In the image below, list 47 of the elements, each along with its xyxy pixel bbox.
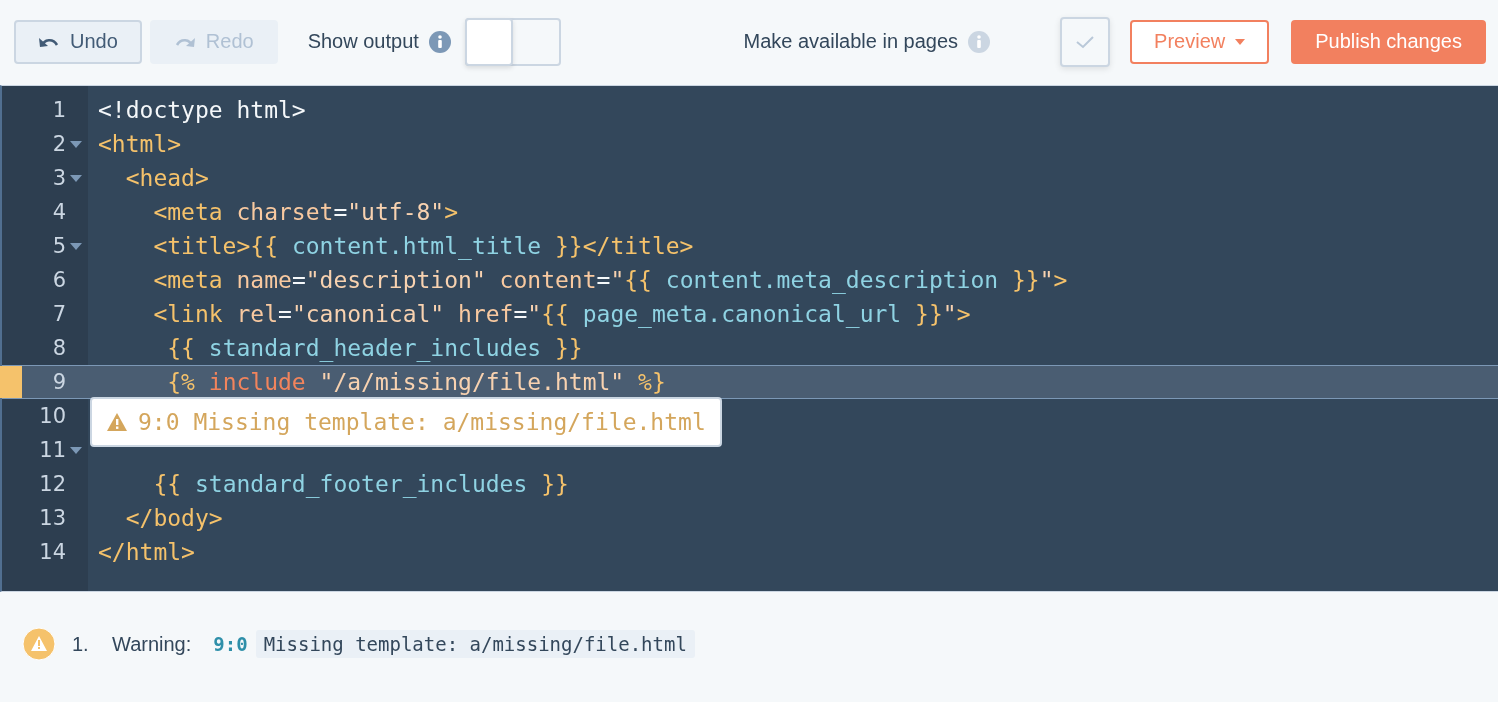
code-line: <meta charset="utf-8"> <box>152 199 459 225</box>
line-number: 10 <box>38 404 66 428</box>
fold-arrow-icon[interactable] <box>70 140 82 148</box>
warning-icon <box>22 627 56 661</box>
code-line: </body> <box>124 505 223 531</box>
line-number: 8 <box>51 336 66 360</box>
severity-label: Warning: <box>112 632 192 656</box>
line-number: 13 <box>38 506 66 530</box>
fold-arrow-icon[interactable] <box>70 446 82 454</box>
code-line: <meta name="description" content="{{ content.meta_description }}"> <box>152 267 1068 293</box>
line-number: 5 <box>51 234 66 258</box>
line-number: 1 <box>51 98 66 122</box>
line-number: 12 <box>38 472 66 496</box>
warning-icon <box>106 412 128 432</box>
undo-button[interactable]: Undo <box>14 19 142 64</box>
info-icon <box>428 30 451 53</box>
problem-position[interactable]: 9:0 <box>213 633 248 655</box>
code-line: <link rel="canonical" href="{{ page_meta.canonical_url }}"> <box>152 301 971 327</box>
show-output-label: Show output <box>307 30 419 53</box>
make-available-label: Make available in pages <box>743 30 959 53</box>
line-number: 9 <box>51 370 66 394</box>
publish-button[interactable]: Publish changes <box>1291 19 1486 64</box>
line-number: 7 <box>51 302 66 326</box>
caret-icon <box>1235 38 1246 45</box>
code-line: {% include "/a/missing/file.html" %} <box>166 369 666 395</box>
line-number: 3 <box>51 166 66 190</box>
line-number: 6 <box>51 268 66 292</box>
problem-message: Missing template: a/missing/file.html <box>255 630 695 658</box>
line-number: 14 <box>38 540 66 564</box>
code-line: <head> <box>124 165 209 191</box>
fold-arrow-icon[interactable] <box>70 174 82 182</box>
code-line: <title>{{ content.html_title }}</title> <box>152 233 694 259</box>
code-line: </html> <box>97 539 195 565</box>
tooltip-text: 9:0 Missing template: a/missing/file.html <box>138 409 706 435</box>
problem-index: 1. <box>72 632 90 656</box>
line-number: 11 <box>38 438 66 462</box>
info-icon <box>968 30 991 53</box>
checkmark-icon <box>1075 34 1096 49</box>
code-line: <html> <box>97 131 182 157</box>
code-line: {{ standard_header_includes }} <box>166 335 583 361</box>
code-line: {{ standard_footer_includes }} <box>152 471 569 497</box>
fold-arrow-icon[interactable] <box>70 242 82 250</box>
line-number: 4 <box>51 200 66 224</box>
line-number: 2 <box>51 132 66 156</box>
preview-button[interactable]: Preview <box>1130 19 1270 64</box>
code-line: <!doctype html> <box>97 97 306 123</box>
toggle-switch[interactable] <box>464 17 561 66</box>
